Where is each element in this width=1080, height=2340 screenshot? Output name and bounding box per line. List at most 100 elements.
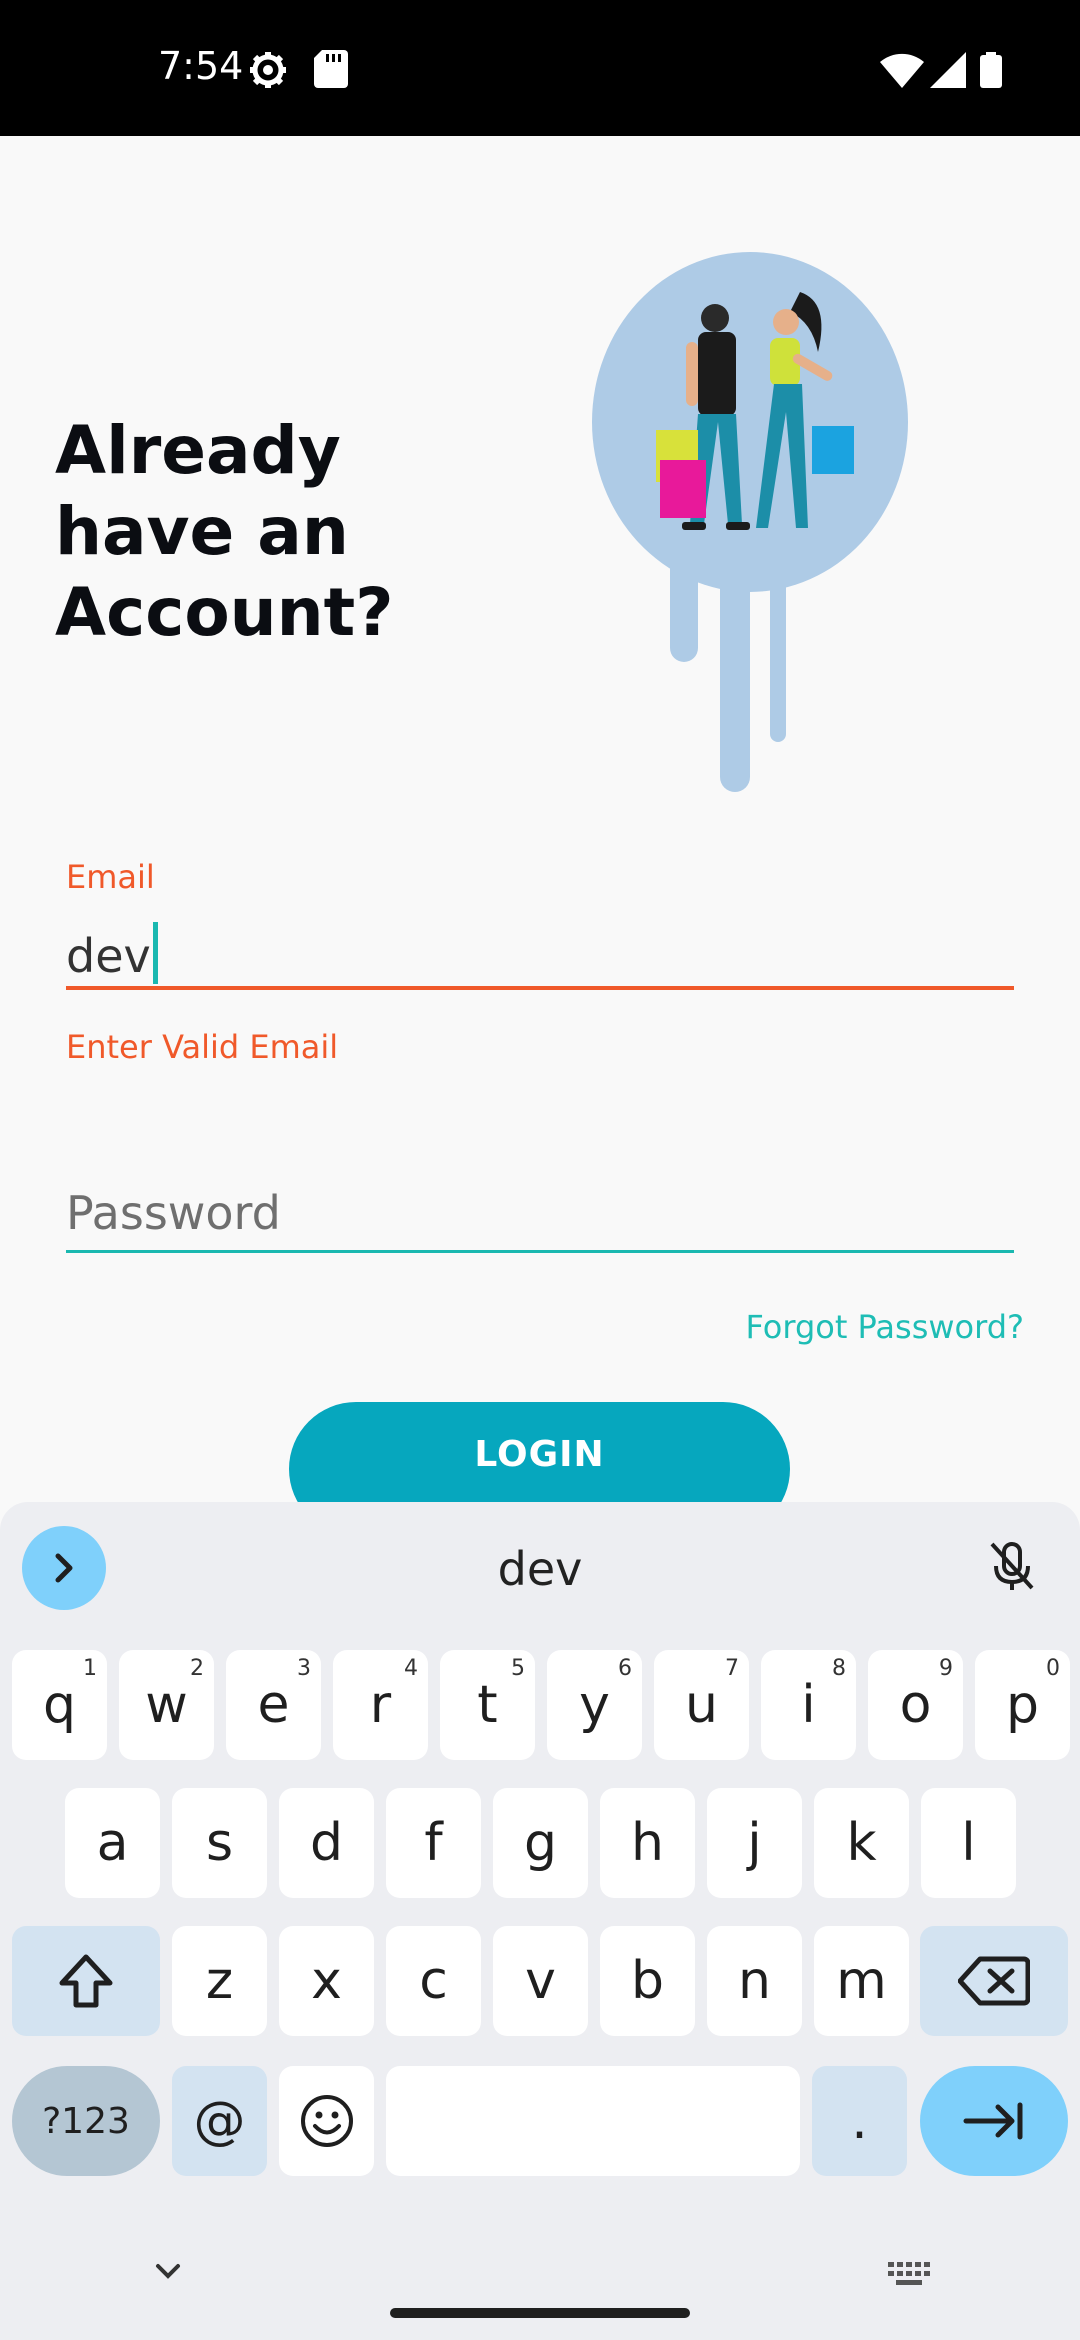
key-e[interactable]: e3 [226, 1650, 321, 1760]
key-label: a [96, 1813, 129, 1873]
forgot-password-link[interactable]: Forgot Password? [746, 1308, 1025, 1346]
key-hint: 9 [939, 1656, 953, 1681]
key-label: o [899, 1675, 932, 1735]
key-b[interactable]: b [600, 1926, 695, 2036]
key-label: l [961, 1813, 976, 1873]
key-hint: 6 [618, 1656, 632, 1681]
key-label: y [579, 1675, 610, 1735]
key-y[interactable]: y6 [547, 1650, 642, 1760]
key-hint: 0 [1046, 1656, 1060, 1681]
backspace-key[interactable] [920, 1926, 1068, 2036]
key-k[interactable]: k [814, 1788, 909, 1898]
keyboard-switch-icon[interactable] [888, 2262, 932, 2297]
key-label: d [309, 1813, 343, 1873]
emoji-icon [300, 2095, 353, 2147]
key-p[interactable]: p0 [975, 1650, 1070, 1760]
key-hint: 8 [832, 1656, 846, 1681]
key-m[interactable]: m [814, 1926, 909, 2036]
period-key[interactable]: . [812, 2066, 907, 2176]
key-label: e [257, 1675, 290, 1735]
headline-line: have an [55, 493, 349, 570]
at-key[interactable]: @ [172, 2066, 267, 2176]
key-i[interactable]: i8 [761, 1650, 856, 1760]
symbols-key[interactable]: ?123 [12, 2066, 160, 2176]
email-error-message: Enter Valid Email [66, 1028, 339, 1066]
key-label: h [631, 1813, 664, 1873]
key-label: z [205, 1951, 234, 2011]
login-screen: Already have an Account? Email dev Enter… [0, 136, 1080, 1506]
tab-arrow-icon [963, 2102, 1023, 2140]
email-label: Email [66, 858, 155, 896]
key-d[interactable]: d [279, 1788, 374, 1898]
key-z[interactable]: z [172, 1926, 267, 2036]
key-label: k [846, 1813, 877, 1873]
text-cursor [152, 922, 158, 984]
email-underline [66, 986, 1014, 990]
key-hint: 2 [190, 1656, 204, 1681]
signal-icon [930, 52, 966, 88]
shift-icon [59, 1954, 113, 2008]
key-w[interactable]: w2 [119, 1650, 214, 1760]
password-field[interactable] [66, 1178, 1014, 1248]
key-label: w [145, 1675, 188, 1735]
key-hint: 4 [404, 1656, 418, 1681]
key-l[interactable]: l [921, 1788, 1016, 1898]
battery-icon [980, 52, 1002, 88]
key-label: @ [193, 2091, 246, 2151]
home-indicator[interactable] [390, 2308, 690, 2318]
emoji-key[interactable] [279, 2066, 374, 2176]
key-v[interactable]: v [493, 1926, 588, 2036]
key-t[interactable]: t5 [440, 1650, 535, 1760]
key-label: x [311, 1951, 342, 2011]
key-label: s [205, 1813, 234, 1873]
key-o[interactable]: o9 [868, 1650, 963, 1760]
key-label: p [1005, 1675, 1039, 1735]
key-label: c [419, 1951, 448, 2011]
key-label: m [836, 1951, 887, 2011]
keyboard-hide-icon[interactable] [150, 2260, 186, 2289]
shopping-couple-illustration [590, 252, 920, 817]
key-u[interactable]: u7 [654, 1650, 749, 1760]
key-label: n [738, 1951, 771, 2011]
next-key[interactable] [920, 2066, 1068, 2176]
key-x[interactable]: x [279, 1926, 374, 2036]
password-underline [66, 1250, 1014, 1253]
space-key[interactable] [386, 2066, 800, 2176]
key-h[interactable]: h [600, 1788, 695, 1898]
key-s[interactable]: s [172, 1788, 267, 1898]
soft-keyboard: dev q1w2e3r4t5y6u7i8o9p0asdfghjklzxcvbnm… [0, 1502, 1080, 2340]
headline-line: Already [55, 412, 341, 489]
email-field[interactable]: dev [66, 922, 158, 984]
key-f[interactable]: f [386, 1788, 481, 1898]
key-label: b [630, 1951, 664, 2011]
settings-icon [248, 50, 288, 90]
mic-off-icon[interactable] [984, 1538, 1040, 1599]
key-label: f [424, 1813, 443, 1873]
key-j[interactable]: j [707, 1788, 802, 1898]
key-a[interactable]: a [65, 1788, 160, 1898]
backspace-icon [958, 1956, 1030, 2006]
key-label: g [523, 1813, 557, 1873]
shift-key[interactable] [12, 1926, 160, 2036]
key-q[interactable]: q1 [12, 1650, 107, 1760]
key-label: . [851, 2091, 868, 2151]
status-time: 7:54 [158, 44, 244, 88]
login-button[interactable]: LOGIN [289, 1402, 790, 1506]
headline-line: Account? [55, 574, 394, 651]
page-title: Already have an Account? [55, 410, 395, 653]
key-r[interactable]: r4 [333, 1650, 428, 1760]
key-hint: 1 [83, 1656, 97, 1681]
key-hint: 3 [297, 1656, 311, 1681]
sd-card-icon [314, 50, 348, 88]
key-g[interactable]: g [493, 1788, 588, 1898]
key-n[interactable]: n [707, 1926, 802, 2036]
key-c[interactable]: c [386, 1926, 481, 2036]
status-bar: 7:54 [0, 0, 1080, 136]
key-hint: 5 [511, 1656, 525, 1681]
key-hint: 7 [725, 1656, 739, 1681]
wifi-icon [880, 52, 924, 88]
key-label: j [747, 1813, 762, 1873]
suggestion-word[interactable]: dev [0, 1542, 1080, 1596]
key-label: r [369, 1675, 392, 1735]
key-label: v [525, 1951, 556, 2011]
